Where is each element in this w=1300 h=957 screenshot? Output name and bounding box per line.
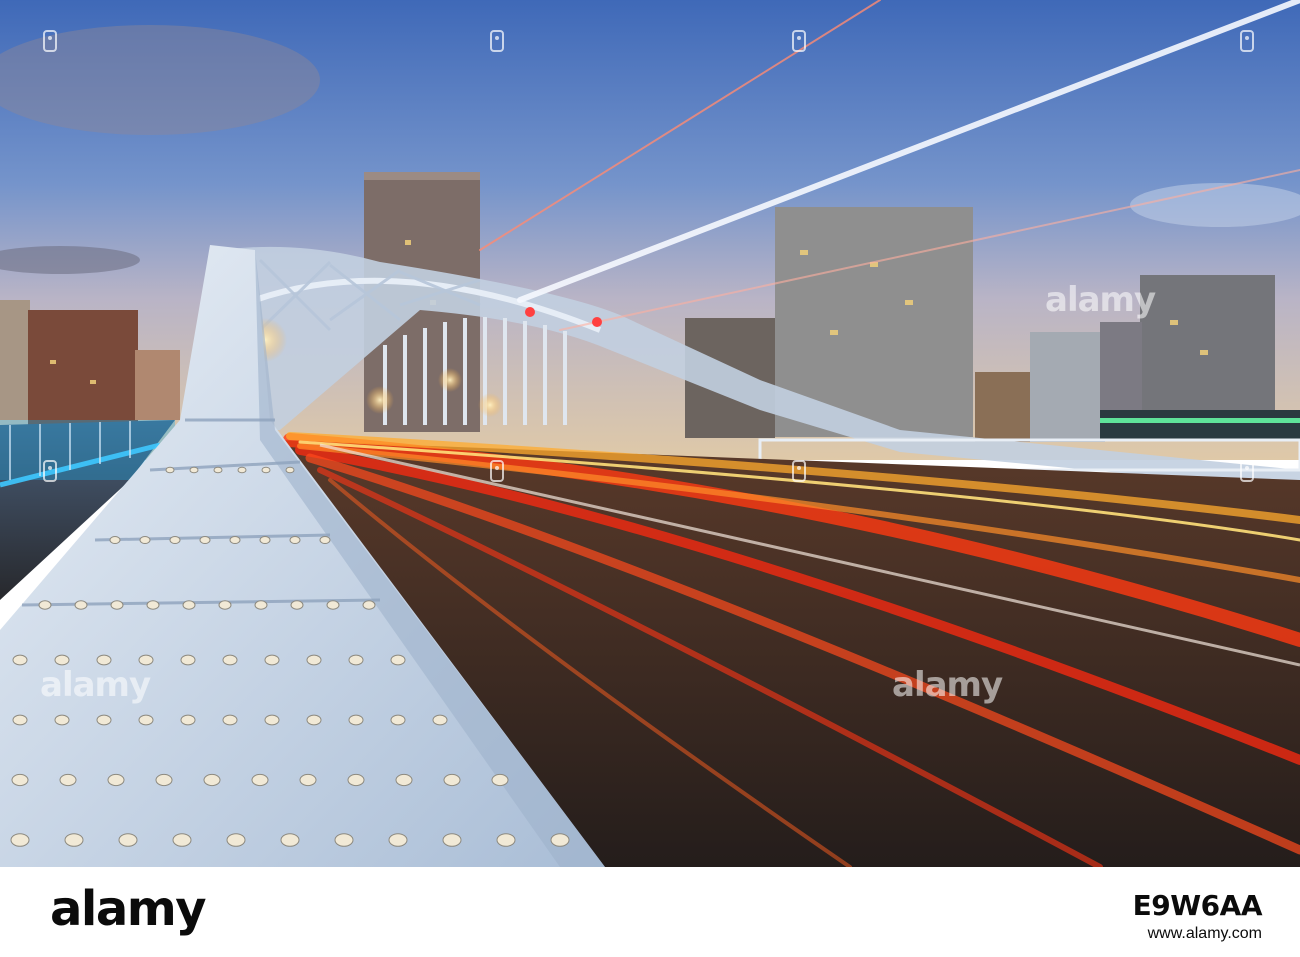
rivet bbox=[139, 536, 151, 544]
rivet bbox=[348, 654, 364, 666]
rivet bbox=[64, 833, 84, 847]
rivet bbox=[12, 714, 28, 726]
rivet bbox=[319, 536, 331, 544]
rivet bbox=[491, 773, 509, 787]
rivet bbox=[172, 833, 192, 847]
rivet bbox=[229, 536, 241, 544]
watermark-logo-icon bbox=[490, 460, 504, 482]
rivet bbox=[390, 654, 406, 666]
rivet bbox=[237, 466, 247, 474]
rivet bbox=[96, 654, 112, 666]
rivet bbox=[443, 773, 461, 787]
rivet bbox=[264, 714, 280, 726]
watermark: alamy bbox=[40, 665, 151, 705]
rivet bbox=[11, 773, 29, 787]
rivet bbox=[138, 654, 154, 666]
rivet bbox=[226, 833, 246, 847]
watermark-logo-icon bbox=[490, 30, 504, 52]
rivet bbox=[118, 833, 138, 847]
image-id: E9W6AA bbox=[1132, 889, 1263, 922]
rivet bbox=[390, 714, 406, 726]
rivet bbox=[388, 833, 408, 847]
watermark: alamy bbox=[892, 665, 1003, 705]
rivet bbox=[550, 833, 570, 847]
rivet bbox=[289, 536, 301, 544]
rivet bbox=[285, 466, 295, 474]
watermark-logo-icon bbox=[43, 30, 57, 52]
rivet bbox=[169, 536, 181, 544]
rivet bbox=[10, 833, 30, 847]
rivet bbox=[54, 714, 70, 726]
stock-footer: alamy E9W6AA www.alamy.com bbox=[0, 867, 1300, 957]
rivet bbox=[362, 600, 376, 610]
rivet bbox=[222, 714, 238, 726]
rivet bbox=[54, 654, 70, 666]
rivet bbox=[165, 466, 175, 474]
rivet bbox=[38, 600, 52, 610]
rivet bbox=[155, 773, 173, 787]
rivet bbox=[306, 714, 322, 726]
watermark-logo-icon bbox=[43, 460, 57, 482]
rivet bbox=[109, 536, 121, 544]
rivet bbox=[395, 773, 413, 787]
rivet bbox=[110, 600, 124, 610]
watermark-logo-icon bbox=[792, 30, 806, 52]
rivet bbox=[496, 833, 516, 847]
rivet bbox=[138, 714, 154, 726]
rivet bbox=[261, 466, 271, 474]
rivet bbox=[264, 654, 280, 666]
rivet bbox=[306, 654, 322, 666]
watermark-logo-icon bbox=[1240, 460, 1254, 482]
rivet bbox=[96, 714, 112, 726]
rivet bbox=[442, 833, 462, 847]
rivet bbox=[432, 714, 448, 726]
watermark-logo-icon bbox=[792, 460, 806, 482]
rivet bbox=[280, 833, 300, 847]
rivet bbox=[334, 833, 354, 847]
rivet bbox=[290, 600, 304, 610]
rivet bbox=[107, 773, 125, 787]
site-url[interactable]: www.alamy.com bbox=[1148, 925, 1262, 943]
rivet bbox=[182, 600, 196, 610]
rivet bbox=[222, 654, 238, 666]
rivet bbox=[180, 654, 196, 666]
rivet bbox=[251, 773, 269, 787]
brand-logo[interactable]: alamy bbox=[50, 881, 207, 937]
rivet bbox=[326, 600, 340, 610]
rivet bbox=[74, 600, 88, 610]
rivet bbox=[12, 654, 28, 666]
rivet bbox=[259, 536, 271, 544]
rivet bbox=[348, 714, 364, 726]
rivet bbox=[218, 600, 232, 610]
watermark: alamy bbox=[1045, 280, 1156, 320]
rivet bbox=[146, 600, 160, 610]
rivet bbox=[203, 773, 221, 787]
watermark-logo-icon bbox=[1240, 30, 1254, 52]
rivet bbox=[180, 714, 196, 726]
rivet bbox=[59, 773, 77, 787]
rivet bbox=[254, 600, 268, 610]
rivet bbox=[189, 466, 199, 474]
rivet bbox=[199, 536, 211, 544]
stock-photo: alamy alamy alamy bbox=[0, 0, 1300, 867]
rivet bbox=[299, 773, 317, 787]
rivet bbox=[347, 773, 365, 787]
rivet bbox=[213, 466, 223, 474]
